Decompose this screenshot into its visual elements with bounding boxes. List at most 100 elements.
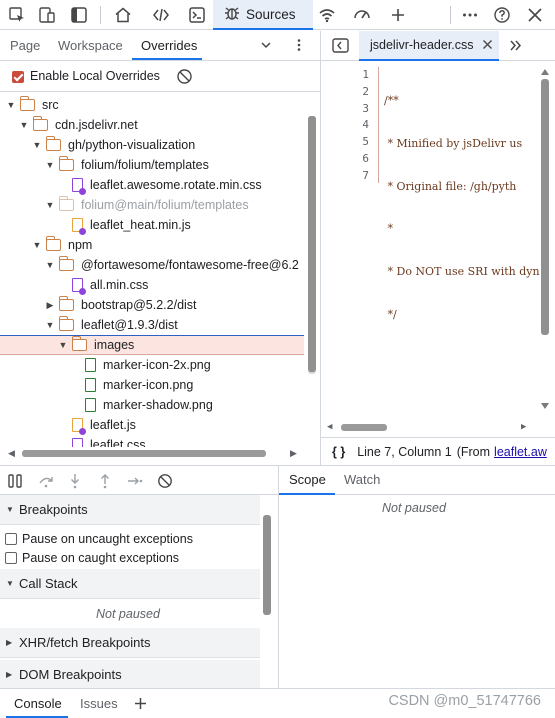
tree-folder[interactable]: ▼ folium@main/folium/templates (0, 195, 304, 215)
breakpoints-header[interactable]: ▼ Breakpoints (0, 495, 260, 525)
enable-overrides-checkbox[interactable] (12, 71, 24, 83)
close-tab-icon[interactable] (482, 38, 493, 53)
editor-tab-jsdelivr-header[interactable]: jsdelivr-header.css (359, 31, 499, 61)
network-icon[interactable] (316, 4, 338, 26)
tree-folder[interactable]: ▼ cdn.jsdelivr.net (0, 115, 304, 135)
call-stack-header[interactable]: ▼ Call Stack (0, 569, 260, 599)
dock-side-icon[interactable] (68, 4, 90, 26)
tab-issues[interactable]: Issues (80, 696, 118, 711)
expand-arrow-icon[interactable]: ▼ (45, 160, 55, 170)
tree-item-label: src (42, 98, 59, 112)
image-file-icon (85, 378, 96, 392)
tree-file[interactable]: marker-icon.png (0, 375, 304, 395)
pause-icon[interactable] (6, 472, 24, 490)
js-file-icon (72, 418, 86, 435)
tree-item-label: gh/python-visualization (68, 138, 196, 152)
tree-folder[interactable]: ▼ npm (0, 235, 304, 255)
tree-hscrollbar[interactable]: ◀ ▶ (8, 448, 300, 458)
tab-workspace[interactable]: Workspace (58, 38, 123, 53)
tree-file[interactable]: marker-icon-2x.png (0, 355, 304, 375)
performance-icon[interactable] (351, 4, 373, 26)
elements-icon[interactable] (150, 4, 172, 26)
tree-folder[interactable]: ▼ gh/python-visualization (0, 135, 304, 155)
step-into-icon[interactable] (66, 472, 84, 490)
more-tabs-icon[interactable] (508, 38, 523, 56)
add-drawer-tab-icon[interactable] (133, 696, 148, 714)
tree-folder[interactable]: ▼ images (0, 335, 304, 355)
pause-caught-checkbox[interactable] (5, 552, 17, 564)
expand-arrow-icon[interactable]: ▼ (6, 100, 16, 110)
editor-scrollbar[interactable] (541, 69, 549, 335)
xhr-breakpoints-header[interactable]: ▶ XHR/fetch Breakpoints (0, 628, 260, 658)
expand-arrow-icon[interactable]: ▼ (45, 260, 55, 270)
tree-scrollbar-thumb[interactable] (308, 116, 316, 372)
tree-folder[interactable]: ▶ bootstrap@5.2.2/dist (0, 295, 304, 315)
code-line: */ (384, 307, 397, 321)
scope-watch-tabs: Scope Watch (278, 465, 555, 495)
console-icon[interactable] (186, 4, 208, 26)
help-icon[interactable] (491, 4, 513, 26)
debugger-scrollbar[interactable] (263, 515, 271, 615)
folder-icon (59, 156, 74, 171)
code-line: * (384, 222, 393, 236)
tab-scope[interactable]: Scope (289, 472, 326, 487)
clear-overrides-icon[interactable] (176, 68, 193, 88)
tree-folder[interactable]: ▼ folium/folium/templates (0, 155, 304, 175)
navigator-more-icon[interactable] (292, 38, 306, 55)
step-icon[interactable] (126, 472, 144, 490)
expand-arrow-icon[interactable]: ▼ (32, 240, 42, 250)
toggle-navigator-icon[interactable] (332, 38, 349, 56)
tab-console[interactable]: Console (14, 696, 62, 711)
code-line: * Minified by jsDelivr us (384, 136, 523, 150)
tab-overrides[interactable]: Overrides (141, 38, 197, 53)
tree-folder[interactable]: ▼ @fortawesome/fontawesome-free@6.2 (0, 255, 304, 275)
folder-icon (72, 336, 87, 351)
tree-file[interactable]: leaflet.css (0, 435, 304, 447)
expand-arrow-icon[interactable]: ▼ (45, 200, 55, 210)
expand-arrow-icon[interactable]: ▼ (32, 140, 42, 150)
step-out-icon[interactable] (96, 472, 114, 490)
collapse-arrow-icon[interactable]: ▶ (45, 300, 55, 310)
tab-sources[interactable]: Sources (213, 0, 313, 30)
enable-overrides-row: Enable Local Overrides (0, 62, 320, 92)
editor-hscrollbar[interactable]: ◀ ▶ (327, 422, 527, 432)
expand-arrow-icon[interactable]: ▼ (19, 120, 29, 130)
source-link[interactable]: leaflet.aw (494, 445, 547, 459)
step-over-icon[interactable] (37, 472, 55, 490)
inspect-icon[interactable] (6, 4, 28, 26)
folder-icon (33, 116, 48, 131)
tree-item-label: @fortawesome/fontawesome-free@6.2 (81, 258, 299, 272)
home-icon[interactable] (112, 4, 134, 26)
tree-item-label: images (94, 338, 135, 352)
device-toggle-icon[interactable] (36, 4, 58, 26)
tree-folder[interactable]: ▼ src (0, 95, 304, 115)
code-editor[interactable]: 1 2 3 4 5 6 7 /** * Minified by jsDelivr… (320, 61, 555, 437)
more-options-icon[interactable] (459, 4, 481, 26)
tree-file[interactable]: all.min.css (0, 275, 304, 295)
expand-arrow-icon[interactable]: ▼ (45, 320, 55, 330)
tree-file[interactable]: leaflet.js (0, 415, 304, 435)
tree-folder[interactable]: ▼ leaflet@1.9.3/dist (0, 315, 304, 335)
tree-file[interactable]: leaflet.awesome.rotate.min.css (0, 175, 304, 195)
code-line: * Original file: /gh/pyth (384, 179, 517, 193)
navigator-tabs: Page Workspace Overrides (0, 31, 320, 61)
image-file-icon (85, 358, 96, 372)
tab-page[interactable]: Page (10, 38, 40, 53)
dom-breakpoints-header[interactable]: ▶ DOM Breakpoints (0, 660, 260, 688)
tree-item-label: leaflet.awesome.rotate.min.css (90, 178, 262, 192)
pretty-print-button[interactable]: { } (332, 445, 345, 459)
tab-watch[interactable]: Watch (344, 472, 380, 487)
pause-uncaught-checkbox[interactable] (5, 533, 17, 545)
css-file-icon (72, 278, 86, 295)
tree-file[interactable]: marker-shadow.png (0, 395, 304, 415)
folder-icon (59, 196, 74, 211)
editor-tab-label: jsdelivr-header.css (370, 38, 474, 52)
more-panels-add-icon[interactable] (387, 4, 409, 26)
expand-arrow-icon[interactable]: ▼ (58, 340, 68, 350)
tree-file[interactable]: leaflet_heat.min.js (0, 215, 304, 235)
close-devtools-icon[interactable] (524, 4, 546, 26)
deactivate-breakpoints-icon[interactable] (156, 472, 174, 490)
chevron-down-icon[interactable] (259, 38, 273, 55)
pause-uncaught-label: Pause on uncaught exceptions (22, 532, 193, 546)
